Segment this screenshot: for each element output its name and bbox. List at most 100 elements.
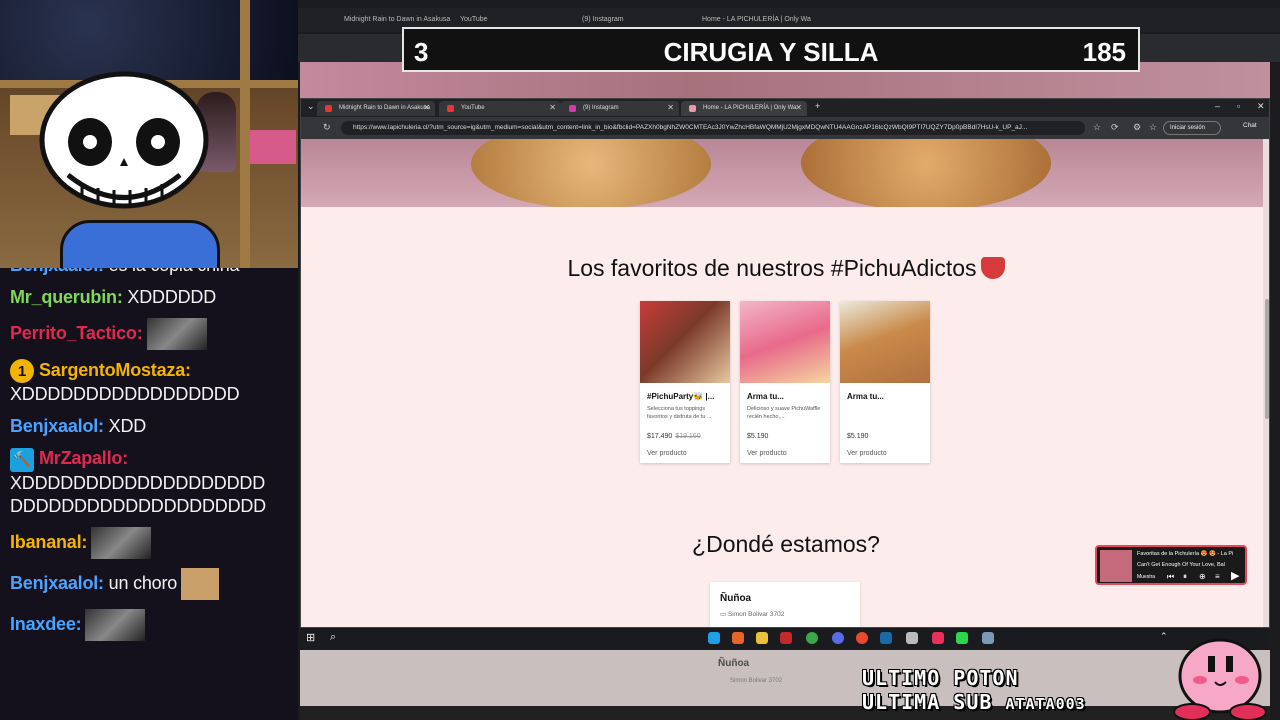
price-current: $17.490: [647, 433, 673, 440]
add-icon[interactable]: ⊕: [1199, 572, 1206, 581]
tab-list-icon[interactable]: ⌄: [307, 101, 315, 112]
overlay-line-2-text: ULTIMA SUB: [862, 690, 993, 714]
tab-label: (9) Instagram: [583, 105, 619, 111]
favorite-star-icon[interactable]: ☆: [1093, 122, 1101, 133]
product-name[interactable]: Arma tu...: [847, 392, 884, 401]
maximize-icon[interactable]: ▫: [1237, 101, 1240, 111]
product-card[interactable]: Arma tu... $5.190 Ver producto: [840, 301, 930, 463]
chat-button[interactable]: Chat: [1243, 122, 1257, 129]
chat-message: Inaxdee:: [10, 608, 288, 641]
chat-text: es la copia china: [104, 268, 240, 275]
file-explorer-icon[interactable]: [756, 632, 768, 644]
search-icon[interactable]: ⌕: [330, 631, 336, 644]
valorant-icon[interactable]: [932, 632, 944, 644]
webcam-pillar: [240, 0, 250, 268]
product-image[interactable]: [840, 301, 930, 383]
chat-message: Ibananal:: [10, 526, 288, 559]
chat-emote-icon: [91, 526, 152, 559]
product-card[interactable]: #PichuParty🐝 |... Selecciona tus topping…: [640, 301, 730, 463]
mirror-location-address: Simon Bolivar 3702: [730, 678, 783, 684]
location-address-text: Simon Bolivar 3702: [727, 611, 785, 618]
product-image[interactable]: [640, 301, 730, 383]
location-name: Ñuñoa: [720, 593, 752, 604]
tab-youtube[interactable]: YouTube ✕: [439, 101, 561, 116]
tab-midnight-rain[interactable]: Midnight Rain to Dawn in Asakusa ✕: [317, 101, 435, 116]
steam-icon[interactable]: [880, 632, 892, 644]
overlay-tag: ATATA003: [1005, 695, 1086, 713]
view-product-link[interactable]: Ver producto: [747, 450, 787, 457]
close-tab-icon[interactable]: ✕: [795, 103, 802, 112]
windows-taskbar: ⊞ ⌕ ⌃: [300, 628, 1270, 650]
app-icon[interactable]: [956, 632, 968, 644]
chat-message: Perrito_Tactico:: [10, 318, 288, 350]
chat-message: Benjxaalol: es la copia china: [10, 268, 288, 277]
product-name[interactable]: #PichuParty🐝 |...: [647, 392, 714, 401]
overlay-line-2: ULTIMA SUB ATATA003: [862, 690, 1086, 714]
chat-username[interactable]: Ibananal: [10, 531, 82, 551]
favorites-heading: Los favoritos de nuestros #PichuAdictos: [301, 255, 1269, 282]
close-tab-icon[interactable]: ✕: [549, 103, 556, 112]
app-icon[interactable]: [780, 632, 792, 644]
queue-icon[interactable]: ≡: [1215, 572, 1220, 581]
chat-text: XDDDDDDDDDDDDDDDDD: [10, 384, 240, 405]
mini-player[interactable]: Favoritas de la Pichulería 😍 😍 - La Pi C…: [1095, 545, 1247, 585]
overlay-line-1: ULTIMO POTON: [862, 666, 1019, 690]
chrome-icon[interactable]: [806, 632, 818, 644]
tab-instagram[interactable]: (9) Instagram ✕: [561, 101, 679, 116]
location-card[interactable]: Ñuñoa ▭ Simon Bolivar 3702: [710, 582, 860, 627]
chat-username[interactable]: Perrito_Tactico: [10, 323, 137, 343]
chat-username[interactable]: Benjxaalol: [10, 416, 98, 436]
reload-icon[interactable]: ↻: [323, 122, 331, 133]
new-tab-button[interactable]: +: [815, 101, 820, 111]
mini-player-title: Favoritas de la Pichulería 😍 😍 - La Pi: [1137, 551, 1234, 557]
chat-message: Benjxaalol: XDD: [10, 415, 288, 438]
product-name[interactable]: Arma tu...: [747, 392, 784, 401]
page-scrollbar[interactable]: [1263, 139, 1269, 627]
edge-icon[interactable]: [708, 632, 720, 644]
product-image[interactable]: [740, 301, 830, 383]
goal-title: CIRUGIA Y SILLA: [663, 37, 879, 67]
windows-start-icon[interactable]: ⊞: [306, 631, 315, 644]
extensions-icon[interactable]: ⚙: [1133, 122, 1141, 133]
play-icon[interactable]: ▶: [1231, 569, 1239, 582]
discord-icon[interactable]: [832, 632, 844, 644]
sign-in-button[interactable]: Iniciar sesión: [1163, 121, 1221, 135]
chat-username[interactable]: Inaxdee: [10, 613, 76, 633]
chat-username[interactable]: SargentoMostaza: [39, 360, 185, 380]
app-icon[interactable]: [982, 632, 994, 644]
pause-icon[interactable]: ⏸: [1183, 572, 1187, 582]
minimize-icon[interactable]: –: [1215, 101, 1220, 111]
app-icon[interactable]: [906, 632, 918, 644]
scrollbar-thumb[interactable]: [1265, 299, 1269, 419]
youtube-favicon-icon: [447, 105, 454, 112]
close-window-icon[interactable]: ✕: [1257, 101, 1265, 112]
favorites-icon[interactable]: ☆: [1149, 122, 1157, 133]
close-tab-icon[interactable]: ✕: [423, 103, 430, 112]
chat-panel: Benjxaalol: es la copia china Mr_querubin…: [0, 268, 298, 720]
chat-separator: :: [122, 448, 129, 469]
previous-icon[interactable]: ⏮: [1167, 572, 1174, 582]
refresh-extension-icon[interactable]: ⟳: [1111, 122, 1119, 133]
product-card[interactable]: Arma tu... Delicioso y suave PichuWaffle…: [740, 301, 830, 463]
view-product-link[interactable]: Ver producto: [647, 450, 687, 457]
chat-username[interactable]: Mr_querubin: [10, 287, 117, 307]
system-tray-icon[interactable]: ⌃: [1160, 631, 1168, 642]
firefox-icon[interactable]: [732, 632, 744, 644]
chat-emote-icon: [85, 608, 146, 641]
moderator-badge-icon: 🔨: [10, 447, 34, 472]
hero-image: [301, 139, 1269, 207]
youtube-favicon-icon: [325, 105, 332, 112]
view-product-link[interactable]: Ver producto: [847, 450, 887, 457]
chat-username[interactable]: MrZapallo: [39, 448, 122, 468]
chat-text: XDD: [103, 416, 147, 437]
price-current: $5.190: [847, 433, 869, 440]
close-tab-icon[interactable]: ✕: [667, 103, 674, 112]
chat-username[interactable]: Benjxaalol: [10, 572, 98, 592]
goal-bar: 3 CIRUGIA Y SILLA 185: [402, 27, 1140, 72]
mini-player-action[interactable]: Muestra: [1137, 574, 1155, 580]
tab-pichuleria[interactable]: Home - LA PICHULERÍA | Only Wa ✕: [681, 101, 807, 116]
price-current: $5.190: [747, 433, 769, 440]
obs-icon[interactable]: [856, 632, 868, 644]
chat-username[interactable]: Benjxaalol: [10, 268, 98, 275]
address-bar[interactable]: https://www.lapichuleria.cl/?utm_source=…: [341, 121, 1085, 135]
